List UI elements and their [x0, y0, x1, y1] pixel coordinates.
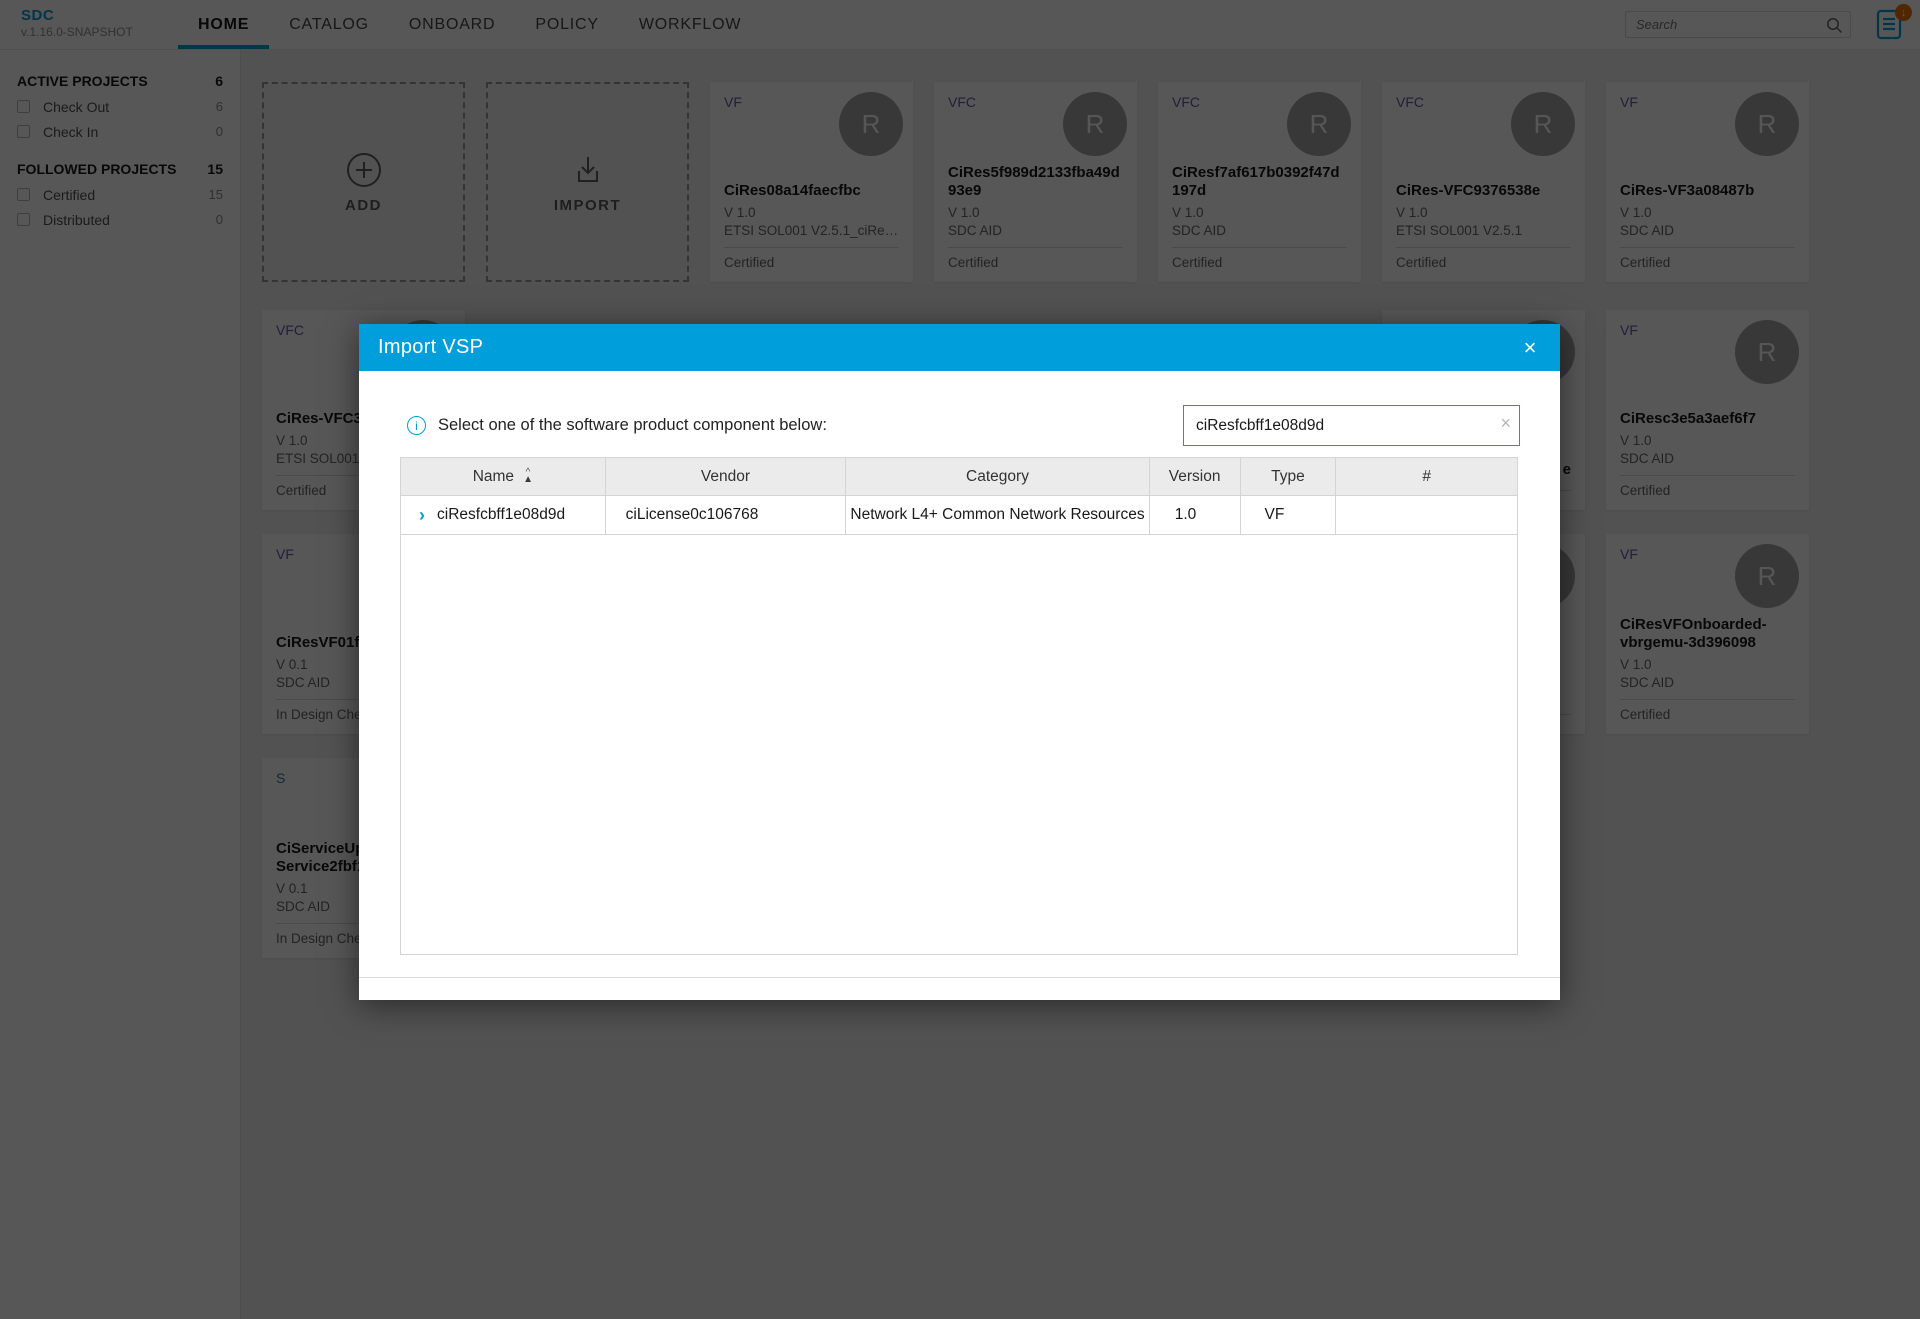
import-vsp-modal: Import VSP × i Select one of the softwar… [359, 324, 1560, 1000]
column-header-name[interactable]: Name ^ ▲ [401, 458, 606, 495]
cell-value: ciLicense0c106768 [626, 506, 759, 524]
column-label: Category [966, 468, 1029, 486]
vsp-table: Name ^ ▲ Vendor Category Version Type # … [400, 457, 1518, 955]
vsp-filter-input[interactable] [1183, 405, 1520, 446]
cell-value: Network L4+ Common Network Resources [850, 506, 1144, 524]
table-header-row: Name ^ ▲ Vendor Category Version Type # [401, 458, 1517, 496]
modal-footer [359, 977, 1560, 1000]
vsp-table-frame: Name ^ ▲ Vendor Category Version Type # … [400, 457, 1518, 955]
cell-vendor: ciLicense0c106768 [606, 496, 847, 534]
cell-name: › ciResfcbff1e08d9d [401, 496, 606, 534]
chevron-right-icon[interactable]: › [419, 506, 425, 524]
cell-value: VF [1265, 506, 1285, 524]
modal-instruction-label: Select one of the software product compo… [438, 416, 827, 435]
column-header-hash[interactable]: # [1336, 458, 1517, 495]
table-empty-area [401, 535, 1517, 954]
column-label: Type [1271, 468, 1305, 486]
modal-title: Import VSP [378, 336, 483, 359]
column-header-vendor[interactable]: Vendor [606, 458, 847, 495]
table-row[interactable]: › ciResfcbff1e08d9d ciLicense0c106768 Ne… [401, 496, 1517, 535]
sort-asc-icon: ^ ▲ [523, 470, 533, 484]
column-label: Vendor [701, 468, 750, 486]
cell-value: 1.0 [1175, 506, 1197, 524]
cell-type: VF [1241, 496, 1337, 534]
column-label: Version [1169, 468, 1221, 486]
cell-version: 1.0 [1150, 496, 1241, 534]
column-label: Name [473, 468, 514, 486]
cell-category: Network L4+ Common Network Resources [846, 496, 1149, 534]
cell-hash [1336, 496, 1517, 534]
vsp-filter-box: × [1183, 405, 1520, 446]
modal-header: Import VSP [359, 324, 1560, 371]
column-header-type[interactable]: Type [1241, 458, 1337, 495]
modal-info-row: i Select one of the software product com… [407, 405, 1520, 446]
column-header-category[interactable]: Category [846, 458, 1149, 495]
close-icon[interactable]: × [1514, 332, 1546, 364]
cell-value: ciResfcbff1e08d9d [437, 506, 565, 524]
column-header-version[interactable]: Version [1150, 458, 1241, 495]
info-icon: i [407, 416, 426, 435]
column-label: # [1422, 468, 1431, 486]
clear-icon[interactable]: × [1500, 413, 1511, 434]
